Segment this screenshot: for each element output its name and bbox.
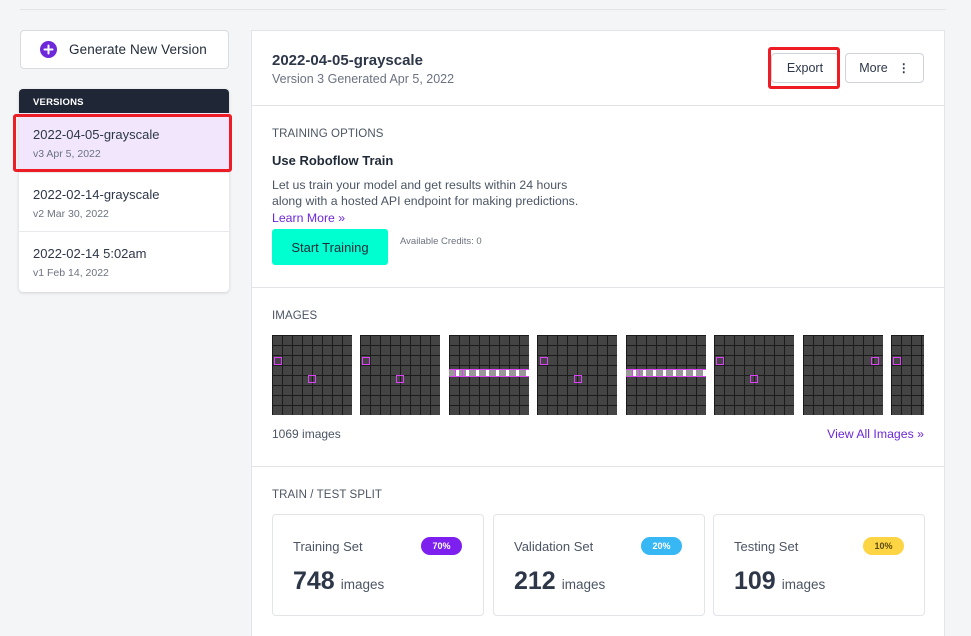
version-item-v1[interactable]: 2022-02-14 5:02am v1 Feb 14, 2022	[19, 232, 229, 292]
image-thumbnail[interactable]	[448, 335, 529, 415]
image-thumbnail[interactable]	[360, 335, 441, 415]
version-name: 2022-04-05-grayscale	[33, 127, 160, 142]
version-subtitle: Version 3 Generated Apr 5, 2022	[272, 72, 455, 86]
more-button[interactable]: More ⋮	[845, 53, 924, 83]
view-all-images-link[interactable]: View All Images »	[827, 427, 924, 441]
image-thumbnail[interactable]	[625, 335, 706, 415]
export-label: Export	[786, 61, 824, 75]
kebab-menu-icon: ⋮	[897, 61, 910, 75]
image-thumbnail[interactable]	[537, 335, 618, 415]
split-count: 748 images	[293, 567, 384, 596]
generate-new-version-button[interactable]: Generate New Version	[20, 30, 229, 69]
available-credits: Available Credits: 0	[400, 236, 482, 247]
training-heading: Use Roboflow Train	[272, 153, 394, 168]
split-unit: images	[781, 577, 826, 592]
version-date: v2 Mar 30, 2022	[33, 207, 109, 220]
split-name: Training Set	[293, 539, 363, 554]
image-thumbnail[interactable]	[802, 335, 883, 415]
split-percent-badge: 20%	[641, 537, 682, 555]
split-count-value: 109	[734, 567, 776, 595]
top-divider	[20, 9, 946, 10]
version-name: 2022-02-14-grayscale	[33, 186, 160, 202]
training-description: Let us train your model and get results …	[272, 177, 582, 226]
training-options-caption: TRAINING OPTIONS	[272, 128, 384, 140]
version-title: 2022-04-05-grayscale	[272, 52, 423, 69]
images-caption: IMAGES	[272, 310, 318, 322]
generate-new-version-label: Generate New Version	[69, 42, 207, 57]
split-count-value: 748	[293, 567, 335, 595]
versions-header: VERSIONS	[19, 89, 229, 113]
train-test-split-caption: TRAIN / TEST SPLIT	[272, 489, 383, 501]
image-count: 1069 images	[272, 427, 341, 441]
split-count: 109 images	[734, 567, 825, 596]
split-count: 212 images	[514, 567, 605, 596]
version-date: v1 Feb 14, 2022	[33, 267, 109, 279]
image-thumbnail[interactable]	[272, 335, 352, 415]
image-thumbnails	[272, 335, 924, 415]
version-name: 2022-02-14 5:02am	[33, 246, 147, 261]
version-date: v3 Apr 5, 2022	[33, 148, 101, 160]
training-set-card: Training Set 70% 748 images	[272, 514, 484, 616]
split-name: Testing Set	[734, 539, 799, 554]
version-item-v3[interactable]: 2022-04-05-grayscale v3 Apr 5, 2022	[19, 113, 229, 173]
image-thumbnail[interactable]	[714, 335, 795, 415]
split-unit: images	[340, 577, 385, 592]
plus-circle-icon	[40, 41, 57, 58]
more-label: More	[859, 61, 888, 75]
image-thumbnail[interactable]	[891, 335, 924, 415]
split-unit: images	[561, 577, 606, 592]
version-header-section: 2022-04-05-grayscale Version 3 Generated…	[252, 31, 944, 106]
start-training-button[interactable]: Start Training	[272, 229, 388, 265]
versions-panel: VERSIONS 2022-04-05-grayscale v3 Apr 5, …	[19, 89, 229, 292]
version-item-v2[interactable]: 2022-02-14-grayscale v2 Mar 30, 2022	[19, 173, 229, 232]
split-percent-badge: 10%	[863, 537, 904, 555]
validation-set-card: Validation Set 20% 212 images	[493, 514, 705, 616]
learn-more-link[interactable]: Learn More »	[272, 211, 345, 225]
split-name: Validation Set	[514, 539, 594, 554]
split-count-value: 212	[514, 567, 556, 595]
training-description-text: Let us train your model and get results …	[272, 178, 579, 209]
export-button[interactable]: Export	[771, 53, 839, 83]
testing-set-card: Testing Set 10% 109 images	[713, 514, 925, 616]
split-percent-badge: 70%	[421, 537, 462, 555]
version-detail-panel: 2022-04-05-grayscale Version 3 Generated…	[251, 30, 945, 636]
